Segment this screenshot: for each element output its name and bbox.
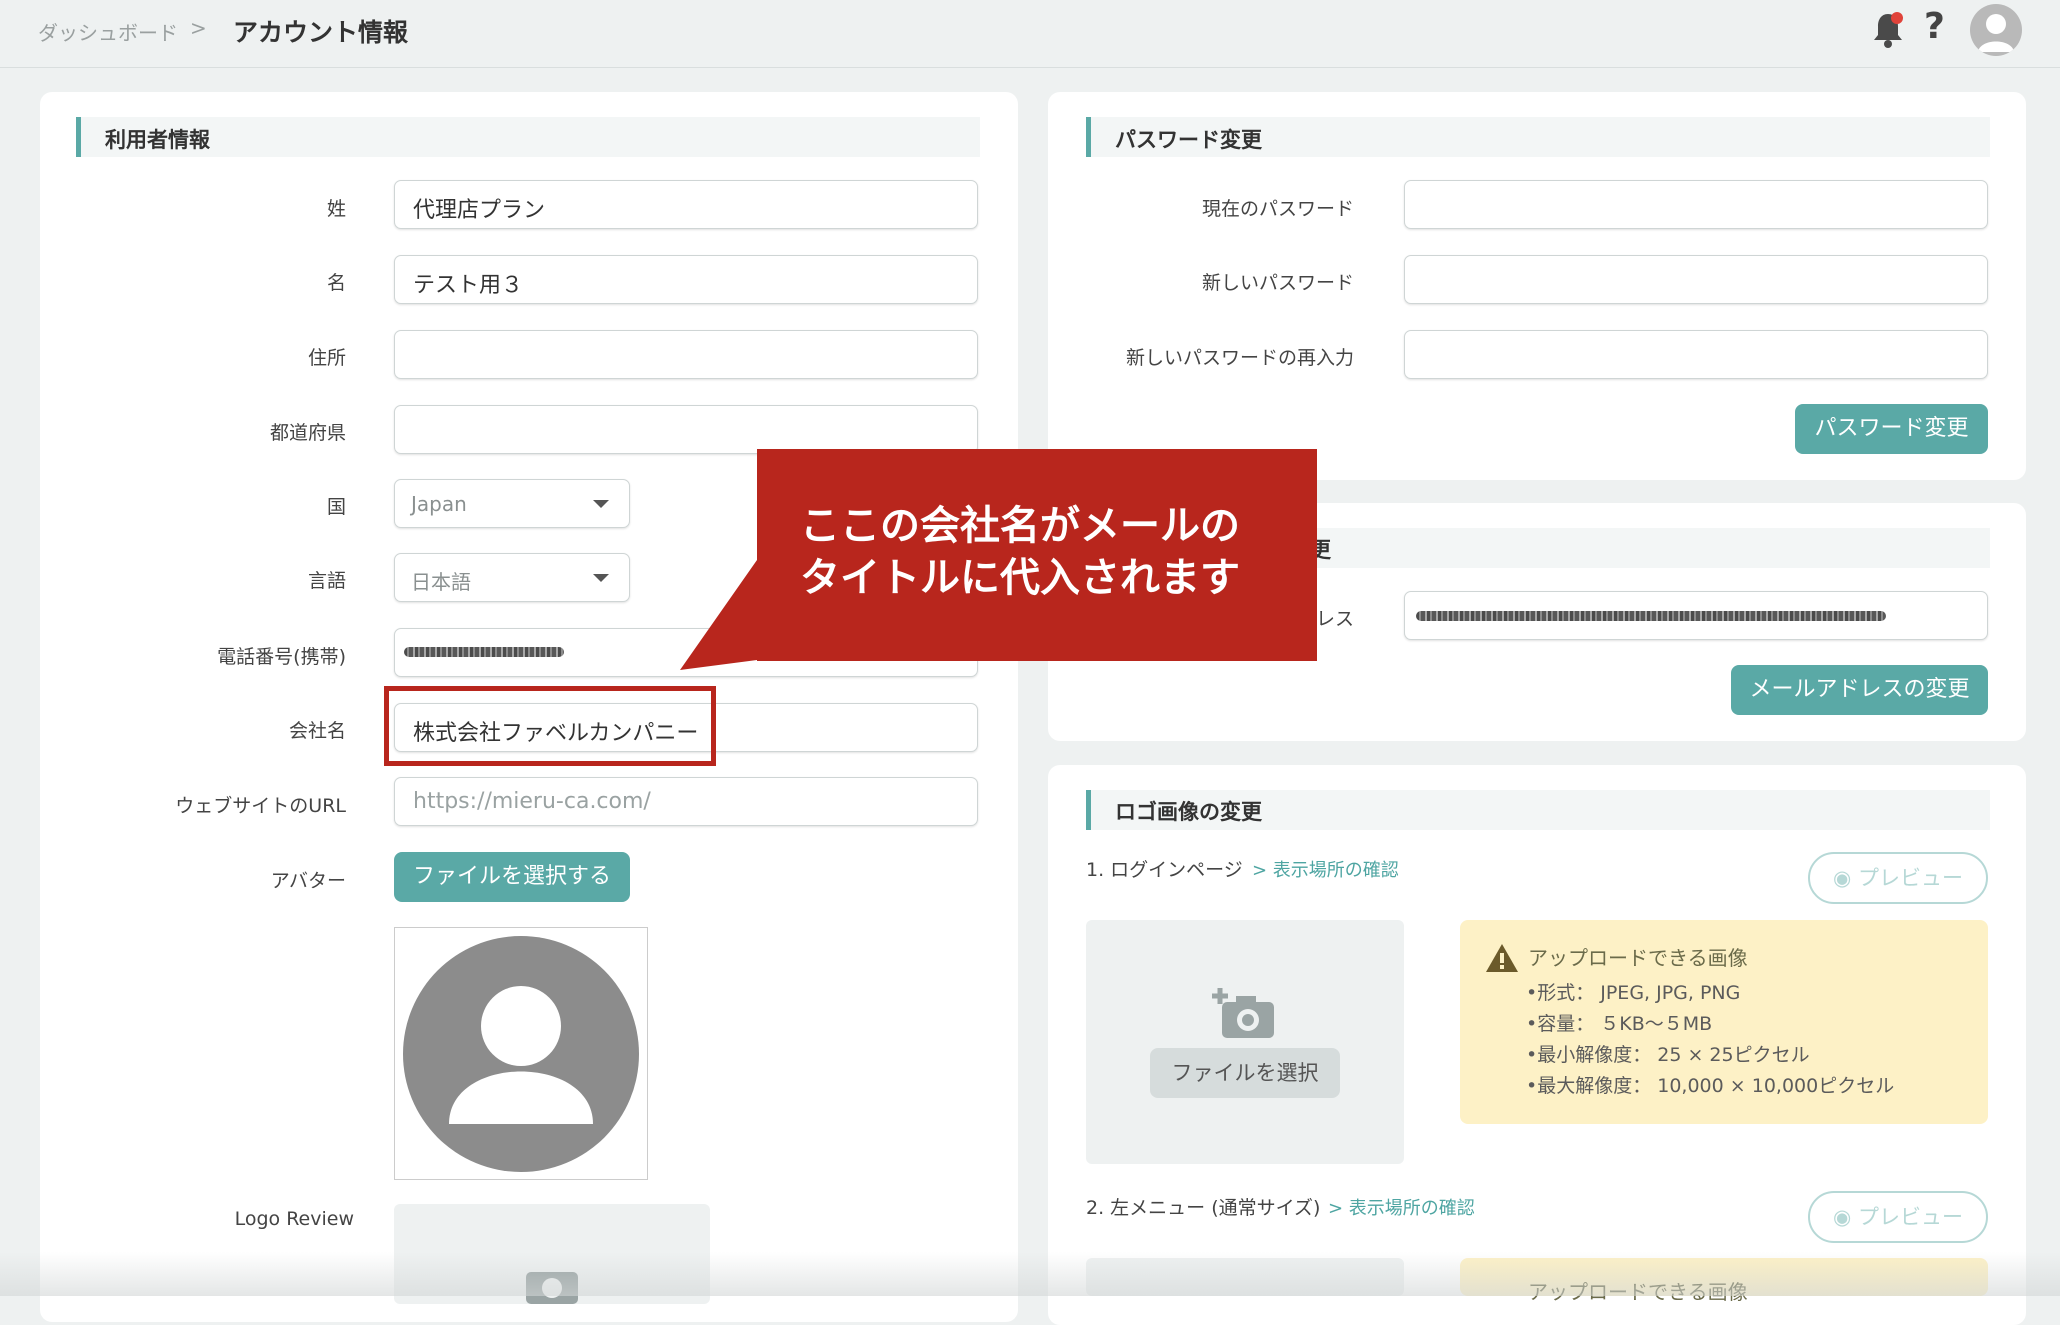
avatar-label: アバター xyxy=(270,870,346,892)
caret-down-icon xyxy=(593,574,609,582)
current-password-input[interactable] xyxy=(1404,180,1988,229)
address-input[interactable] xyxy=(394,330,978,379)
warning-icon xyxy=(1484,942,1520,978)
upload-info-max-res: •最大解像度： 10,000 × 10,000ピクセル xyxy=(1526,1075,1895,1097)
language-label: 言語 xyxy=(307,570,346,592)
prefecture-input[interactable] xyxy=(394,405,978,454)
last-name-input[interactable]: 代理店プラン xyxy=(394,180,978,229)
confirm-password-input[interactable] xyxy=(1404,330,1988,379)
password-title: パスワード変更 xyxy=(1115,128,1262,152)
left-menu-location-link[interactable]: > 表示場所の確認 xyxy=(1328,1194,1475,1220)
login-choose-file-button[interactable]: ファイルを選択 xyxy=(1150,1048,1340,1098)
first-name-label: 名 xyxy=(326,272,346,294)
left-menu-preview-label: プレビュー xyxy=(1858,1205,1963,1229)
eye-icon: ◉ xyxy=(1832,866,1852,890)
address-label: 住所 xyxy=(307,347,346,369)
annotation-text: ここの会社名がメールの タイトルに代入されます xyxy=(800,500,1300,604)
help-icon[interactable]: ? xyxy=(1924,6,1945,47)
choose-avatar-file-button[interactable]: ファイルを選択する xyxy=(394,852,630,902)
login-preview-button[interactable]: ◉ プレビュー xyxy=(1808,852,1988,904)
login-page-location-link[interactable]: > 表示場所の確認 xyxy=(1252,856,1399,882)
country-value: Japan xyxy=(411,492,467,516)
website-label: ウェブサイトのURL xyxy=(175,795,346,817)
last-name-label: 姓 xyxy=(326,198,346,220)
website-input[interactable]: https://mieru-ca.com/ xyxy=(394,777,978,826)
user-avatar-icon[interactable] xyxy=(1970,4,2022,56)
page-title: アカウント情報 xyxy=(233,18,409,47)
confirm-password-label: 新しいパスワードの再入力 xyxy=(1125,347,1354,369)
new-password-label: 新しいパスワード xyxy=(1201,272,1354,294)
company-name-highlight xyxy=(384,686,716,766)
avatar-preview xyxy=(394,927,648,1180)
logo-review-label: Logo Review xyxy=(234,1208,354,1230)
change-email-button[interactable]: メールアドレスの変更 xyxy=(1731,665,1988,715)
first-name-input[interactable]: テスト用３ xyxy=(394,255,978,304)
country-label: 国 xyxy=(326,496,346,518)
caret-down-icon xyxy=(593,500,609,508)
left-menu-preview-button[interactable]: ◉ プレビュー xyxy=(1808,1191,1988,1243)
login-preview-label: プレビュー xyxy=(1858,866,1963,890)
breadcrumb-separator: > xyxy=(190,16,207,40)
user-info-title: 利用者情報 xyxy=(105,128,210,152)
language-value: 日本語 xyxy=(411,570,471,594)
company-label: 会社名 xyxy=(288,720,346,742)
upload-info-size: •容量： ５KB〜５MB xyxy=(1526,1013,1713,1035)
language-select[interactable]: 日本語 xyxy=(394,553,630,602)
breadcrumb-dashboard[interactable]: ダッシュボード xyxy=(38,17,178,46)
notification-dot xyxy=(1891,12,1903,24)
annotation-line-2: タイトルに代入されます xyxy=(800,555,1240,601)
new-password-input[interactable] xyxy=(1404,255,1988,304)
user-info-header xyxy=(76,117,980,157)
upload-info-min-res: •最小解像度： 25 × 25ピクセル xyxy=(1526,1044,1810,1066)
upload-info-format: •形式： JPEG, JPG, PNG xyxy=(1526,982,1741,1004)
prefecture-label: 都道府県 xyxy=(269,422,346,444)
eye-icon: ◉ xyxy=(1832,1205,1852,1229)
country-select[interactable]: Japan xyxy=(394,479,630,528)
login-logo-dropzone[interactable] xyxy=(1086,920,1404,1164)
phone-redacted xyxy=(404,647,564,657)
current-password-label: 現在のパスワード xyxy=(1201,198,1354,220)
logo-title: ロゴ画像の変更 xyxy=(1115,800,1262,824)
annotation-line-1: ここの会社名がメールの xyxy=(800,503,1240,549)
phone-label: 電話番号(携帯) xyxy=(217,646,346,668)
email-redacted xyxy=(1416,611,1886,621)
login-page-label: 1. ログインページ xyxy=(1086,859,1243,881)
left-menu-label: 2. 左メニュー (通常サイズ) xyxy=(1086,1197,1321,1219)
upload-info-title: アップロードできる画像 xyxy=(1528,946,1748,970)
bottom-fade xyxy=(0,1252,2060,1296)
change-password-button[interactable]: パスワード変更 xyxy=(1795,404,1988,454)
